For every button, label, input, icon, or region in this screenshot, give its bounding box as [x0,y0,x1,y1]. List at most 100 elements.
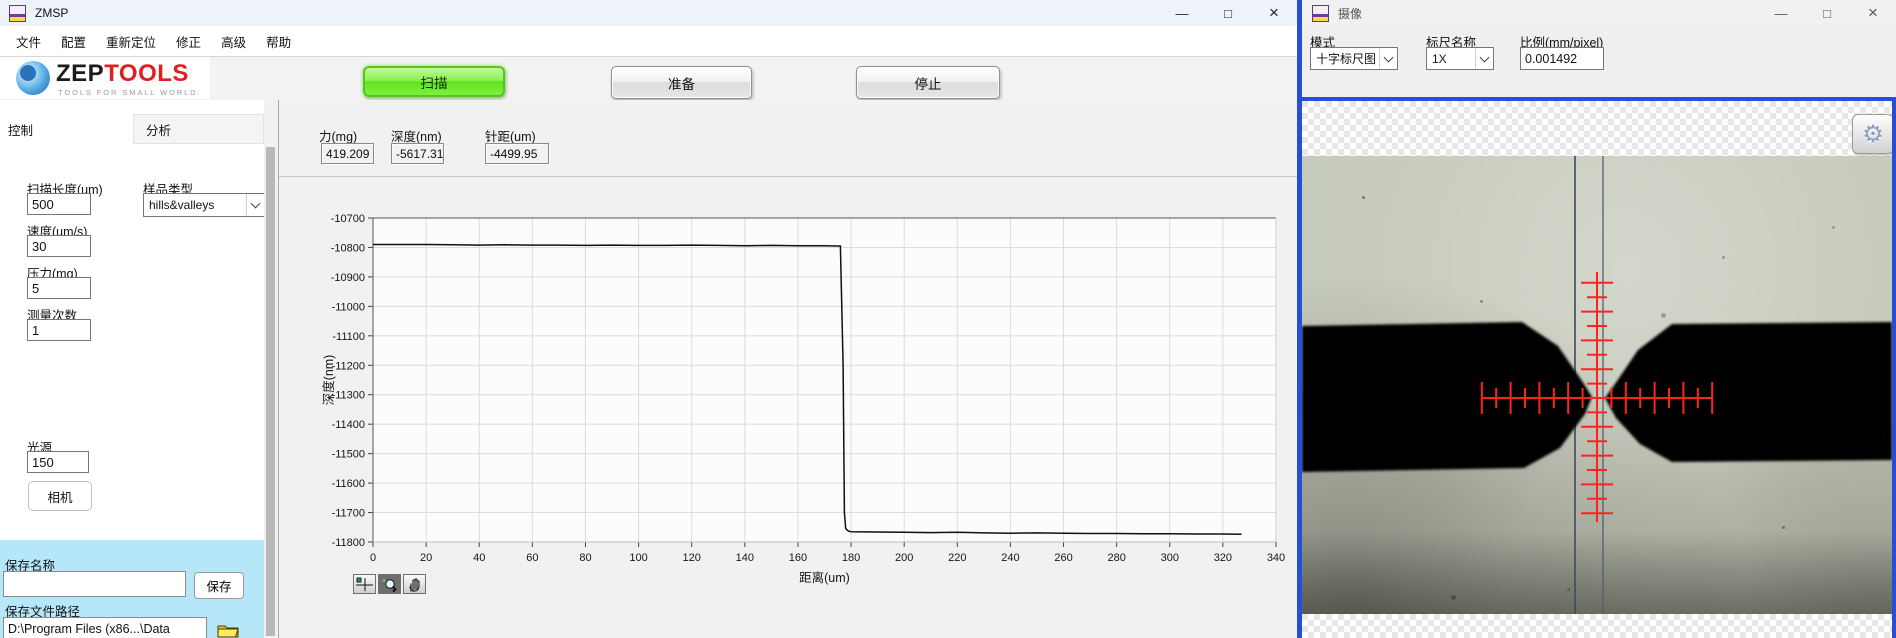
svg-text:-11500: -11500 [332,449,365,461]
svg-text:深度(nm): 深度(nm) [321,355,336,406]
scale-input[interactable] [1520,47,1604,70]
light-source-input[interactable] [27,451,89,473]
tab-control[interactable]: 控制 [8,120,33,139]
camera-app-icon [1312,5,1329,22]
graph-tool-zoom-button[interactable]: + [378,574,401,594]
mode-value: 十字标尺图 [1311,50,1379,67]
save-name-input[interactable] [3,571,186,597]
zmsp-window-title: ZMSP [35,6,68,20]
svg-text:80: 80 [579,552,591,564]
svg-text:300: 300 [1161,552,1179,564]
graph-tool-pan-button[interactable] [403,574,426,594]
zmsp-maximize-button[interactable]: □ [1205,0,1251,26]
stop-button[interactable]: 停止 [856,66,1000,99]
svg-text:0: 0 [370,552,376,564]
prepare-button[interactable]: 准备 [611,66,752,99]
svg-text:-10900: -10900 [331,272,365,284]
chevron-down-icon [1475,48,1493,69]
svg-text:320: 320 [1214,552,1232,564]
svg-text:-10700: -10700 [331,213,365,225]
chart-region: 力(mg) 419.209 深度(nm) -5617.31 针距(um) -44… [278,100,1297,638]
camera-titlebar[interactable]: 摄像 — □ × [1302,0,1896,26]
camera-padding-bottom [1302,614,1892,638]
control-panel: 控制 分析 扫描长度(um) 速度(um/s) 压力(mg) 测量次数 样品类型… [0,100,264,638]
save-panel: 保存名称 保存 保存文件路径 [0,540,264,638]
menu-item-help[interactable]: 帮助 [256,32,301,51]
menu-item-advanced[interactable]: 高级 [211,32,256,51]
scan-length-input[interactable] [27,193,91,215]
menu-item-relocate[interactable]: 重新定位 [96,32,166,51]
pressure-input[interactable] [27,277,91,299]
logo-subtitle: TOOLS FOR SMALL WORLD. [58,88,202,97]
svg-text:160: 160 [789,552,807,564]
sample-type-dropdown[interactable]: hills&valleys [143,193,265,217]
logo-text-tools: TOOLS [104,60,189,87]
sample-type-value: hills&valleys [144,198,246,212]
camera-window: 摄像 — □ × 模式 十字标尺图 标尺名称 1X 比例(mm/pixel) [1297,0,1896,638]
zoom-magnifier-icon: + [381,577,398,592]
panel-scrollbar[interactable] [264,100,278,638]
logo-text-zep: ZEP [56,60,104,87]
desktop: ZMSP — □ × 文件 配置 重新定位 修正 高级 帮助 ZEPTOOLS [0,0,1896,638]
svg-text:-11200: -11200 [332,360,365,372]
force-readout-value: 419.209 [321,143,374,164]
svg-text:-11600: -11600 [332,478,365,490]
browse-folder-button[interactable] [213,620,243,638]
svg-text:-10800: -10800 [331,242,365,254]
svg-text:-11400: -11400 [332,419,365,431]
svg-text:-11800: -11800 [332,537,365,549]
camera-close-button[interactable]: × [1850,0,1896,26]
tab-analysis-label: 分析 [146,120,171,139]
menu-item-file[interactable]: 文件 [6,32,51,51]
svg-text:200: 200 [895,552,913,564]
zmsp-minimize-button[interactable]: — [1159,0,1205,26]
svg-text:20: 20 [420,552,432,564]
svg-text:-11100: -11100 [332,331,365,343]
camera-button[interactable]: 相机 [28,481,92,511]
camera-maximize-button[interactable]: □ [1804,0,1850,26]
svg-text:60: 60 [526,552,538,564]
svg-text:280: 280 [1107,552,1125,564]
svg-text:340: 340 [1267,552,1285,564]
svg-text:120: 120 [683,552,701,564]
svg-text:240: 240 [1001,552,1019,564]
profile-chart: 0204060801001201401601802002202402602803… [287,180,1297,615]
save-button[interactable]: 保存 [194,572,244,599]
svg-text:100: 100 [629,552,647,564]
chevron-down-icon [1379,48,1397,69]
zmsp-close-button[interactable]: × [1251,0,1297,26]
camera-overlay [1302,156,1892,614]
zmsp-titlebar[interactable]: ZMSP — □ × [0,0,1297,26]
speed-input[interactable] [27,235,91,257]
graph-tool-cursor-button[interactable] [353,574,376,594]
camera-settings-button[interactable]: ⚙ [1852,114,1892,154]
tab-analysis[interactable]: 分析 [133,114,264,144]
save-path-input[interactable] [3,617,207,638]
camera-live-image [1302,156,1892,614]
zmsp-menubar: 文件 配置 重新定位 修正 高级 帮助 [0,26,1297,57]
svg-text:距离(um): 距离(um) [799,570,850,585]
svg-text:260: 260 [1054,552,1072,564]
mode-dropdown[interactable]: 十字标尺图 [1310,47,1398,70]
zmsp-app-icon [9,5,26,22]
graph-tool-palette: + [353,574,426,594]
measure-count-input[interactable] [27,319,91,341]
zeptools-logo: ZEPTOOLS TOOLS FOR SMALL WORLD. [0,57,210,99]
svg-text:220: 220 [948,552,966,564]
ruler-name-dropdown[interactable]: 1X [1426,47,1494,70]
svg-text:-11300: -11300 [332,390,365,402]
camera-window-title: 摄像 [1338,5,1362,22]
menu-item-config[interactable]: 配置 [51,32,96,51]
pan-hand-icon [407,577,422,592]
scan-button[interactable]: 扫描 [363,66,505,97]
svg-text:140: 140 [736,552,754,564]
cursor-cross-icon [356,577,373,591]
folder-icon [217,623,239,638]
scrollbar-thumb[interactable] [266,147,275,636]
svg-text:-11000: -11000 [332,301,365,313]
depth-readout-value: -5617.31 [391,143,444,164]
menu-item-correction[interactable]: 修正 [166,32,211,51]
tip-distance-readout-value: -4499.95 [485,143,549,164]
camera-minimize-button[interactable]: — [1758,0,1804,26]
svg-text:-11700: -11700 [332,508,365,520]
